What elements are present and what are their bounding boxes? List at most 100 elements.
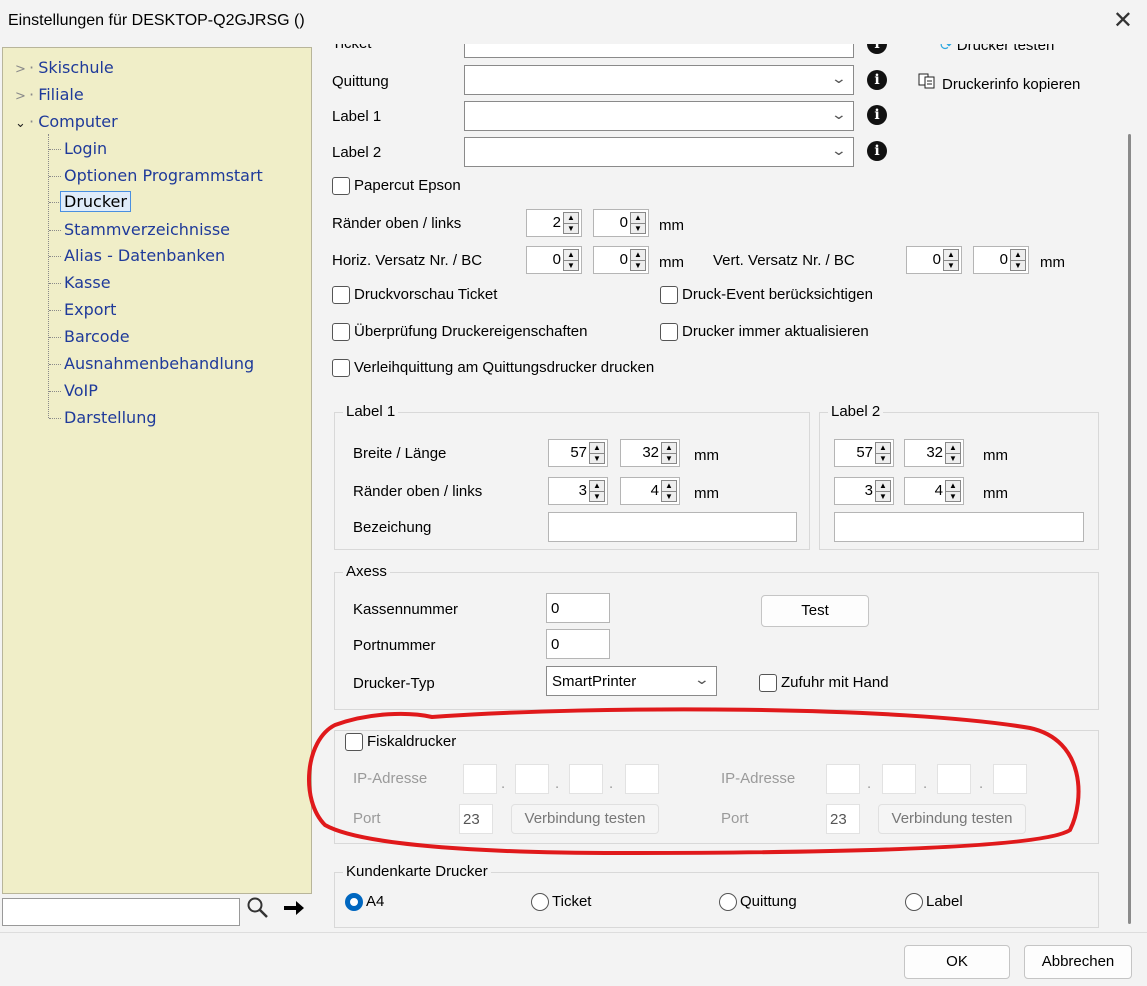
label2-group-title: Label 2 — [828, 403, 884, 420]
margin-left-spinner[interactable]: 0 ▲ ▼ — [593, 209, 649, 237]
test-connection-button-1[interactable]: Verbindung testen — [511, 804, 659, 834]
cancel-button[interactable]: Abbrechen — [1024, 945, 1132, 979]
radio-quittung[interactable]: Quittung — [719, 893, 797, 912]
vertical-scrollbar[interactable] — [1122, 44, 1140, 930]
label1-group: Label 1 Breite / Länge 57 ▲ ▼ 32 ▲ ▼ mm Ränd… — [334, 403, 810, 550]
h-offset-bc-spinner[interactable]: 0 ▲ ▼ — [593, 246, 649, 274]
tree-item-voip[interactable]: VoIP — [49, 381, 98, 400]
chevron-down-icon: ⌄ — [693, 671, 711, 687]
tree-item-drucker[interactable]: Drucker — [49, 191, 131, 212]
label1-name-input[interactable] — [548, 512, 797, 542]
label2-name-input[interactable] — [834, 512, 1084, 542]
chevron-down-icon: ⌄ — [830, 142, 848, 158]
radio-ticket[interactable]: Ticket — [531, 893, 591, 912]
title-bar: Einstellungen für DESKTOP-Q2GJRSG () ✕ — [0, 0, 1147, 44]
tree-item-login[interactable]: Login — [49, 139, 107, 158]
ticket-printer-label: Ticket — [332, 44, 371, 52]
tree-item-export[interactable]: Export — [49, 300, 116, 319]
radio-label[interactable]: Label — [905, 893, 963, 912]
ip1-octet-4[interactable] — [625, 764, 659, 794]
printer-type-select[interactable]: SmartPrinter ⌄ — [546, 666, 717, 696]
ok-button[interactable]: OK — [904, 945, 1010, 979]
search-icon[interactable] — [246, 896, 270, 926]
label1-width-spinner[interactable]: 57 ▲ ▼ — [548, 439, 608, 467]
margins-label: Ränder oben / links — [353, 483, 483, 500]
check-printer-properties-checkbox[interactable]: Überprüfung Druckereigenschaften — [332, 323, 587, 342]
chevron-down-icon: ⌄ — [830, 106, 848, 122]
tree-item-computer[interactable]: ⌄ · Computer — [15, 112, 118, 131]
info-icon[interactable]: i — [867, 44, 887, 54]
label2-margin-top-spinner[interactable]: 3 ▲ ▼ — [834, 477, 894, 505]
tree-item-filiale[interactable]: > · Filiale — [15, 85, 84, 104]
port1-input[interactable]: 23 — [459, 804, 493, 834]
arrow-right-icon[interactable] — [282, 896, 306, 926]
fiscal-printer-group: Fiskaldrucker IP-Adresse . . . Port 23 V… — [334, 730, 1099, 844]
tree-item-optionen-programmstart[interactable]: Optionen Programmstart — [49, 166, 263, 185]
chevron-down-icon: ⌄ — [830, 70, 848, 86]
tree-item-ausnahmenbehandlung[interactable]: Ausnahmenbehandlung — [49, 354, 254, 373]
close-icon[interactable]: ✕ — [1113, 6, 1133, 35]
info-icon[interactable]: i — [867, 141, 887, 161]
label1-margin-top-spinner[interactable]: 3 ▲ ▼ — [548, 477, 608, 505]
always-update-printer-checkbox[interactable]: Drucker immer aktualisieren — [660, 323, 869, 342]
port-label: Port — [721, 810, 749, 827]
info-icon[interactable]: i — [867, 105, 887, 125]
label1-length-spinner[interactable]: 32 ▲ ▼ — [620, 439, 680, 467]
ip2-octet-3[interactable] — [937, 764, 971, 794]
tree-item-skischule[interactable]: > · Skischule — [15, 58, 114, 77]
chevron-right-icon[interactable]: > — [15, 62, 29, 77]
manual-feed-checkbox[interactable]: Zufuhr mit Hand — [759, 674, 889, 693]
copy-icon — [918, 73, 936, 93]
margins-label: Ränder oben / links — [332, 215, 462, 232]
port-label: Port — [353, 810, 381, 827]
drucker-settings-panel: Ticket i ⟳ Drucker testen Quittung ⌄ i D… — [318, 44, 1118, 930]
tree-item-alias-datenbanken[interactable]: Alias - Datenbanken — [49, 246, 225, 265]
tree-item-stammverzeichnisse[interactable]: Stammverzeichnisse — [49, 220, 230, 239]
label2-length-spinner[interactable]: 32 ▲ ▼ — [904, 439, 964, 467]
tree-item-kasse[interactable]: Kasse — [49, 273, 111, 292]
papercut-epson-checkbox[interactable]: Papercut Epson — [332, 177, 461, 196]
label1-margin-left-spinner[interactable]: 4 ▲ ▼ — [620, 477, 680, 505]
info-icon[interactable]: i — [867, 70, 887, 90]
ip2-octet-1[interactable] — [826, 764, 860, 794]
h-offset-nr-spinner[interactable]: 0 ▲ ▼ — [526, 246, 582, 274]
printer-test-link[interactable]: ⟳ Drucker testen — [940, 44, 1054, 54]
fiscal-printer-checkbox[interactable]: Fiskaldrucker — [345, 733, 457, 752]
ip1-octet-3[interactable] — [569, 764, 603, 794]
vertical-offset-label: Vert. Versatz Nr. / BC — [713, 252, 855, 269]
radio-a4[interactable]: A4 — [345, 893, 384, 912]
receipt-printer-select[interactable]: ⌄ — [464, 65, 854, 95]
margin-top-spinner[interactable]: 2 ▲ ▼ — [526, 209, 582, 237]
tree-item-darstellung[interactable]: Darstellung — [49, 408, 156, 427]
axess-test-button[interactable]: Test — [761, 595, 869, 627]
ip1-octet-1[interactable] — [463, 764, 497, 794]
port2-input[interactable]: 23 — [826, 804, 860, 834]
port-number-input[interactable]: 0 — [546, 629, 610, 659]
ip2-octet-2[interactable] — [882, 764, 916, 794]
chevron-right-icon[interactable]: > — [15, 89, 29, 104]
unit-label: mm — [1040, 254, 1065, 271]
label2-width-spinner[interactable]: 57 ▲ ▼ — [834, 439, 894, 467]
test-connection-button-2[interactable]: Verbindung testen — [878, 804, 1026, 834]
copy-printer-info-button[interactable]: Druckerinfo kopieren — [918, 73, 1080, 93]
label1-printer-select[interactable]: ⌄ — [464, 101, 854, 131]
tree-item-barcode[interactable]: Barcode — [49, 327, 130, 346]
chevron-down-icon[interactable]: ⌄ — [15, 116, 29, 131]
customer-card-printer-title: Kundenkarte Drucker — [343, 863, 491, 880]
ticket-printer-select[interactable] — [464, 44, 854, 58]
rental-receipt-checkbox[interactable]: Verleihquittung am Quittungsdrucker druc… — [332, 359, 654, 378]
unit-label: mm — [983, 485, 1008, 502]
label2-margin-left-spinner[interactable]: 4 ▲ ▼ — [904, 477, 964, 505]
unit-label: mm — [694, 447, 719, 464]
print-preview-ticket-checkbox[interactable]: Druckvorschau Ticket — [332, 286, 497, 305]
ip2-octet-4[interactable] — [993, 764, 1027, 794]
ip1-octet-2[interactable] — [515, 764, 549, 794]
tree-search-input[interactable] — [2, 898, 240, 926]
register-number-input[interactable]: 0 — [546, 593, 610, 623]
print-event-checkbox[interactable]: Druck-Event berücksichtigen — [660, 286, 873, 305]
label2-printer-label: Label 2 — [332, 144, 382, 161]
v-offset-nr-spinner[interactable]: 0 ▲ ▼ — [906, 246, 962, 274]
customer-card-printer-group: Kundenkarte Drucker A4 Ticket Quittung L… — [334, 863, 1099, 928]
label2-printer-select[interactable]: ⌄ — [464, 137, 854, 167]
v-offset-bc-spinner[interactable]: 0 ▲ ▼ — [973, 246, 1029, 274]
